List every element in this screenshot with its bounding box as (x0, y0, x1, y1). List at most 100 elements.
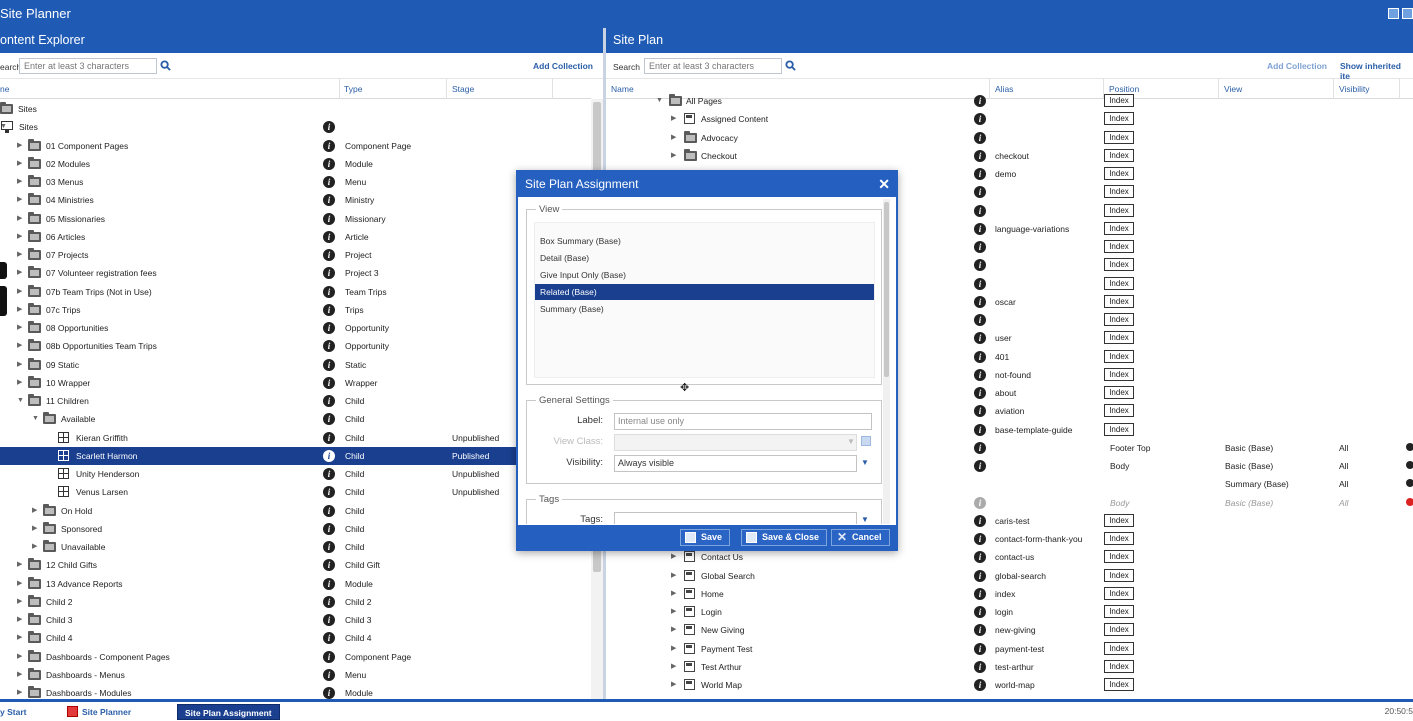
info-icon[interactable]: i (974, 277, 986, 290)
tree-row[interactable]: ▶ Dashboards - Menus i Menu (0, 666, 591, 684)
label-input[interactable]: Internal use only (614, 413, 872, 430)
info-icon[interactable]: i (323, 249, 335, 261)
expand-arrow-icon[interactable]: ▶ (671, 676, 676, 694)
index-button[interactable]: Index (1104, 404, 1134, 418)
expand-arrow-icon[interactable]: ▶ (17, 648, 22, 666)
info-icon[interactable]: i (323, 614, 335, 626)
hidden-eye-icon[interactable] (1406, 497, 1413, 506)
close-icon[interactable]: ✕ (878, 177, 890, 191)
expand-arrow-icon[interactable]: ▶ (17, 246, 22, 264)
expand-arrow-icon[interactable]: ▶ (32, 538, 37, 556)
tree-row[interactable]: ▶ 07b Team Trips (Not in Use) i Team Trips (0, 283, 591, 301)
cancel-button[interactable]: ✕ Cancel (831, 529, 890, 546)
expand-arrow-icon[interactable]: ▶ (17, 337, 22, 355)
tree-row[interactable]: ▶ Child 2 i Child 2 (0, 593, 591, 611)
info-icon[interactable]: i (323, 632, 335, 645)
expand-arrow-icon[interactable]: ▶ (17, 228, 22, 246)
tree-row[interactable]: ▶ 07c Trips i Trips (0, 301, 591, 319)
info-icon[interactable]: i (323, 687, 335, 699)
expand-arrow-icon[interactable]: ▶ (17, 556, 22, 574)
index-button[interactable]: Index (1104, 367, 1134, 381)
tree-row[interactable]: ▶ 08 Opportunities i Opportunity (0, 319, 591, 337)
expand-arrow-icon[interactable]: ▶ (671, 658, 676, 676)
info-icon[interactable]: i (323, 303, 335, 316)
expand-arrow-icon[interactable]: ▶ (17, 593, 22, 611)
info-icon[interactable]: i (323, 449, 335, 462)
info-icon[interactable]: i (974, 533, 986, 545)
expand-arrow-icon[interactable]: ▶ (32, 502, 37, 520)
visibility-select[interactable]: Always visible (614, 455, 857, 472)
expand-arrow-icon[interactable]: ▶ (17, 264, 22, 282)
expand-arrow-icon[interactable]: ▶ (32, 520, 37, 538)
tree-row[interactable]: ▶ 08b Opportunities Team Trips i Opportunit… (0, 337, 591, 355)
eye-icon[interactable] (1406, 442, 1413, 451)
index-button[interactable]: Index (1104, 185, 1134, 199)
info-icon[interactable]: i (974, 551, 986, 564)
side-tab[interactable] (0, 286, 7, 316)
info-icon[interactable]: i (323, 413, 335, 426)
info-icon[interactable]: i (974, 350, 986, 363)
index-button[interactable]: Index (1104, 605, 1134, 618)
site-plan-row[interactable]: ▶ Payment Test i payment-test Index (606, 640, 1413, 658)
view-option[interactable]: Detail (Base) (535, 250, 874, 266)
tree-row[interactable]: ▼ Sites i (0, 118, 591, 136)
collapse-arrow-icon[interactable]: ▼ (656, 92, 663, 110)
info-icon[interactable]: i (974, 241, 986, 253)
info-icon[interactable]: i (974, 332, 986, 345)
info-icon[interactable]: i (974, 405, 986, 418)
index-button[interactable]: Index (1104, 532, 1134, 545)
view-option[interactable]: Summary (Base) (535, 301, 874, 317)
column-stage[interactable]: Stage (452, 84, 474, 94)
info-icon[interactable]: i (323, 267, 335, 280)
info-icon[interactable]: i (323, 486, 335, 499)
info-icon[interactable]: i (323, 322, 335, 334)
info-icon[interactable]: i (323, 504, 335, 517)
info-icon[interactable]: i (323, 468, 335, 480)
info-icon[interactable]: i (323, 431, 335, 444)
tree-row[interactable]: Scarlett Harmon i Child Published (0, 446, 591, 465)
info-icon[interactable]: i (323, 395, 335, 407)
index-button[interactable]: Index (1104, 586, 1134, 600)
start-button[interactable]: y Start (0, 704, 26, 720)
column-name[interactable]: ne (0, 84, 9, 94)
info-icon[interactable]: i (323, 212, 335, 225)
index-button[interactable]: Index (1104, 94, 1134, 107)
index-button[interactable]: Index (1104, 550, 1134, 564)
expand-arrow-icon[interactable]: ▶ (17, 611, 22, 629)
info-icon[interactable]: i (974, 259, 986, 272)
tree-row[interactable]: Kieran Griffith i Child Unpublished (0, 429, 591, 447)
info-icon[interactable]: i (974, 113, 986, 126)
expand-arrow-icon[interactable]: ▶ (671, 110, 676, 128)
tree-row[interactable]: ▶ 02 Modules i Module (0, 155, 591, 173)
expand-arrow-icon[interactable]: ▶ (17, 210, 22, 228)
index-button[interactable]: Index (1104, 258, 1134, 272)
info-icon[interactable]: i (974, 496, 986, 509)
index-button[interactable]: Index (1104, 568, 1134, 582)
expand-arrow-icon[interactable]: ▶ (671, 621, 676, 639)
index-button[interactable]: Index (1104, 240, 1134, 253)
dialog-scrollbar[interactable] (883, 199, 890, 524)
index-button[interactable]: Index (1104, 331, 1134, 345)
info-icon[interactable]: i (974, 186, 986, 199)
site-plan-row[interactable]: ▶ Checkout i checkout Index (606, 147, 1413, 165)
expand-arrow-icon[interactable]: ▶ (17, 374, 22, 392)
expand-arrow-icon[interactable]: ▶ (17, 191, 22, 209)
expand-arrow-icon[interactable]: ▶ (17, 155, 22, 173)
save-button[interactable]: Save (680, 529, 731, 546)
tree-row[interactable]: ▶ 05 Missionaries i Missionary (0, 210, 591, 228)
site-plan-row[interactable]: ▼ All Pages i Index (606, 92, 1413, 110)
expand-arrow-icon[interactable]: ▶ (17, 173, 22, 191)
info-icon[interactable]: i (323, 541, 335, 553)
expand-arrow-icon[interactable]: ▶ (671, 567, 676, 585)
tree-row[interactable]: ▶ 13 Advance Reports i Module (0, 575, 591, 593)
tree-row[interactable]: ▶ 03 Menus i Menu (0, 173, 591, 191)
site-plan-row[interactable]: ▶ Login i login Index (606, 603, 1413, 621)
index-button[interactable]: Index (1104, 167, 1134, 180)
info-icon[interactable]: i (974, 569, 986, 582)
index-button[interactable]: Index (1104, 148, 1134, 162)
expand-arrow-icon[interactable]: ▶ (17, 666, 22, 684)
site-plan-row[interactable]: ▶ Advocacy i Index (606, 129, 1413, 147)
info-icon[interactable]: i (974, 314, 986, 326)
expand-arrow-icon[interactable]: ▶ (671, 585, 676, 603)
index-button[interactable]: Index (1104, 513, 1134, 527)
